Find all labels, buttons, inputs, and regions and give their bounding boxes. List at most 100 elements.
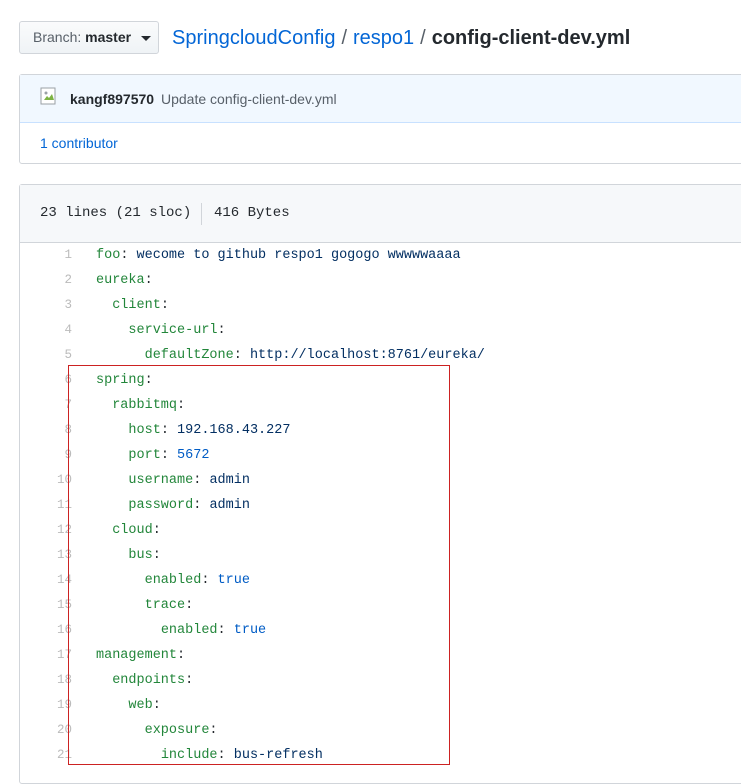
line-number[interactable]: 16 <box>20 618 72 643</box>
line-number[interactable]: 6 <box>20 368 72 393</box>
code-line: 21 include: bus-refresh <box>20 743 741 768</box>
line-number[interactable]: 13 <box>20 543 72 568</box>
line-number[interactable]: 3 <box>20 293 72 318</box>
code-line: 16 enabled: true <box>20 618 741 643</box>
yaml-key: host <box>128 423 161 438</box>
line-content: service-url: <box>96 318 225 343</box>
breadcrumb-separator: / <box>420 27 426 49</box>
yaml-value: admin <box>209 473 250 488</box>
commit-message-link[interactable]: Update config-client-dev.yml <box>161 91 337 107</box>
file-info-header: 23 lines (21 sloc) 416 Bytes <box>20 185 741 243</box>
yaml-value: true <box>233 623 267 638</box>
line-number[interactable]: 2 <box>20 268 72 293</box>
code-line: 9 port: 5672 <box>20 443 741 468</box>
line-content: enabled: true <box>96 618 266 643</box>
line-number[interactable]: 4 <box>20 318 72 343</box>
code-line: 3 client: <box>20 293 741 318</box>
breadcrumb-folder-link[interactable]: respo1 <box>353 27 414 49</box>
yaml-key: cloud <box>112 523 153 538</box>
caret-down-icon <box>140 35 151 41</box>
broken-avatar-icon[interactable] <box>40 87 60 107</box>
line-number[interactable]: 9 <box>20 443 72 468</box>
breadcrumb-separator: / <box>341 27 347 49</box>
commit-author-link[interactable]: kangf897570 <box>70 91 154 107</box>
code-line: 8 host: 192.168.43.227 <box>20 418 741 443</box>
code-line: 20 exposure: <box>20 718 741 743</box>
code-line: 19 web: <box>20 693 741 718</box>
yaml-value: bus-refresh <box>233 748 323 763</box>
yaml-key: enabled <box>160 623 218 638</box>
code-line: 13 bus: <box>20 543 741 568</box>
line-content: trace: <box>96 593 194 618</box>
line-content: spring: <box>96 373 153 388</box>
yaml-key: service-url <box>128 323 218 338</box>
code-listing: 1 foo: wecome to github respo1 gogogo www… <box>20 243 741 768</box>
line-content: exposure: <box>96 718 218 743</box>
yaml-key: foo <box>96 248 121 263</box>
file-size: 416 Bytes <box>214 205 290 221</box>
line-content: eureka: <box>96 273 153 288</box>
line-number[interactable]: 19 <box>20 693 72 718</box>
line-content: host: 192.168.43.227 <box>96 418 290 443</box>
line-content: password: admin <box>96 493 250 518</box>
line-content: client: <box>96 293 169 318</box>
branch-select-button[interactable]: Branch: master <box>19 21 159 54</box>
line-number[interactable]: 17 <box>20 643 72 668</box>
line-number[interactable]: 7 <box>20 393 72 418</box>
yaml-key: management <box>96 648 178 663</box>
line-number[interactable]: 12 <box>20 518 72 543</box>
code-line: 10 username: admin <box>20 468 741 493</box>
line-number[interactable]: 20 <box>20 718 72 743</box>
latest-commit-bar: kangf897570 Update config-client-dev.yml <box>20 75 741 123</box>
yaml-key: username <box>128 473 194 488</box>
contributors-link[interactable]: 1 contributor <box>40 135 118 151</box>
yaml-value: wecome to github respo1 gogogo wwwwwaaaa <box>136 248 461 263</box>
code-line: 2 eureka: <box>20 268 741 293</box>
yaml-value: 5672 <box>177 448 210 463</box>
line-number[interactable]: 5 <box>20 343 72 368</box>
breadcrumb-repo-link[interactable]: SpringcloudConfig <box>172 27 335 49</box>
yaml-key: include <box>160 748 218 763</box>
line-number[interactable]: 18 <box>20 668 72 693</box>
line-number[interactable]: 15 <box>20 593 72 618</box>
line-content: web: <box>96 693 160 718</box>
code-line: 17 management: <box>20 643 741 668</box>
yaml-key: eureka <box>96 273 145 288</box>
line-number[interactable]: 8 <box>20 418 72 443</box>
line-content: cloud: <box>96 518 161 543</box>
code-line: 5 defaultZone: http://localhost:8761/eur… <box>20 343 741 368</box>
line-content: bus: <box>96 543 160 568</box>
line-content: rabbitmq: <box>96 393 185 418</box>
line-content: defaultZone: http://localhost:8761/eurek… <box>96 343 485 368</box>
line-content: username: admin <box>96 468 250 493</box>
line-number[interactable]: 10 <box>20 468 72 493</box>
line-content: port: 5672 <box>96 443 209 468</box>
yaml-key: endpoints <box>112 673 186 688</box>
line-number[interactable]: 11 <box>20 493 72 518</box>
line-number[interactable]: 14 <box>20 568 72 593</box>
yaml-key: rabbitmq <box>112 398 178 413</box>
line-number[interactable]: 1 <box>20 243 72 268</box>
commit-info-box: kangf897570 Update config-client-dev.yml… <box>19 74 741 164</box>
yaml-value: admin <box>209 498 250 513</box>
breadcrumb: SpringcloudConfig / respo1/config-client-d… <box>172 25 630 51</box>
header-divider <box>201 203 202 225</box>
line-number[interactable]: 21 <box>20 743 72 768</box>
code-line: 6 spring: <box>20 368 741 393</box>
code-line: 1 foo: wecome to github respo1 gogogo www… <box>20 243 741 268</box>
line-content: management: <box>96 648 186 663</box>
